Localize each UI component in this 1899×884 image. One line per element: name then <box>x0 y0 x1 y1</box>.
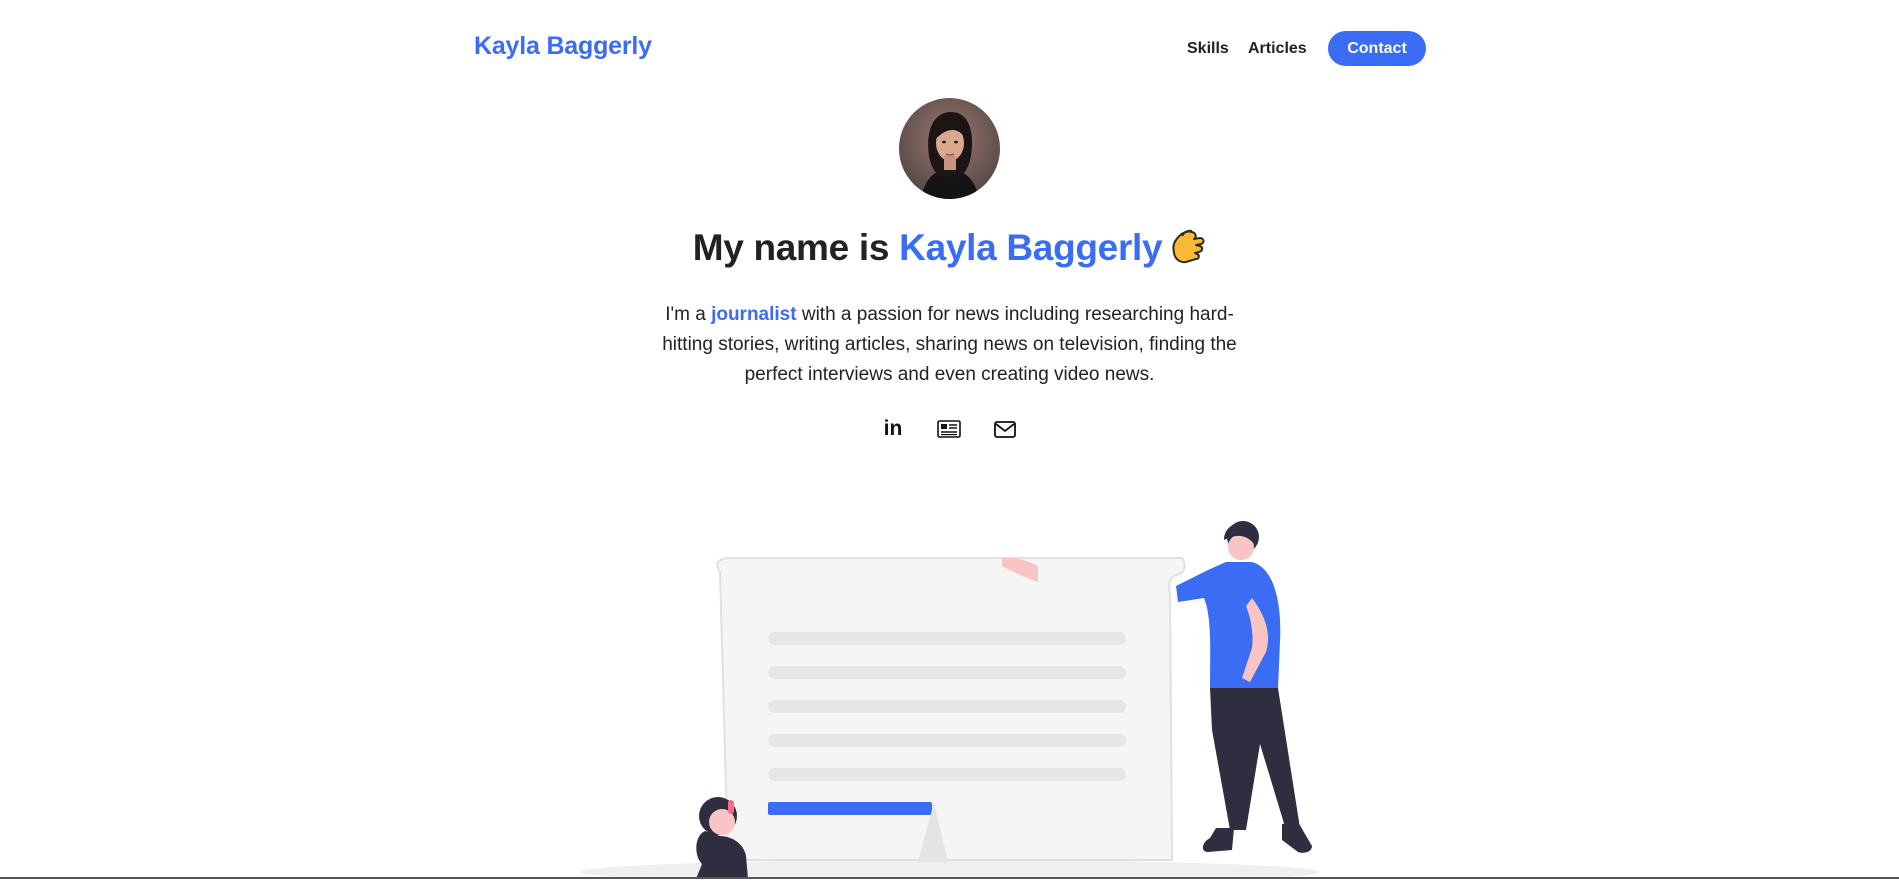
contact-button[interactable]: Contact <box>1328 31 1426 66</box>
headline-prefix: My name is <box>692 227 890 268</box>
avatar-photo <box>899 98 1000 199</box>
journalist-illustration <box>560 510 1340 884</box>
avatar <box>899 98 1000 199</box>
envelope-icon[interactable] <box>990 416 1020 442</box>
headline-name: Kayla Baggerly <box>899 227 1163 268</box>
bio-prefix: I'm a <box>665 304 706 325</box>
page-title: My name is Kayla Baggerly <box>0 226 1899 275</box>
bio-highlight: journalist <box>711 304 797 325</box>
waving-hand-icon <box>1170 226 1206 275</box>
bio-paragraph: I'm a journalist with a passion for news… <box>640 300 1259 390</box>
linkedin-icon[interactable]: in <box>878 416 908 442</box>
newspaper-icon[interactable] <box>934 416 964 442</box>
nav-link-articles[interactable]: Articles <box>1248 40 1307 58</box>
linkedin-glyph: in <box>883 417 903 440</box>
brand-logo[interactable]: Kayla Baggerly <box>474 32 652 61</box>
top-navbar: Kayla Baggerly Skills Articles Contact <box>0 0 1899 98</box>
nav-link-skills[interactable]: Skills <box>1187 40 1229 58</box>
